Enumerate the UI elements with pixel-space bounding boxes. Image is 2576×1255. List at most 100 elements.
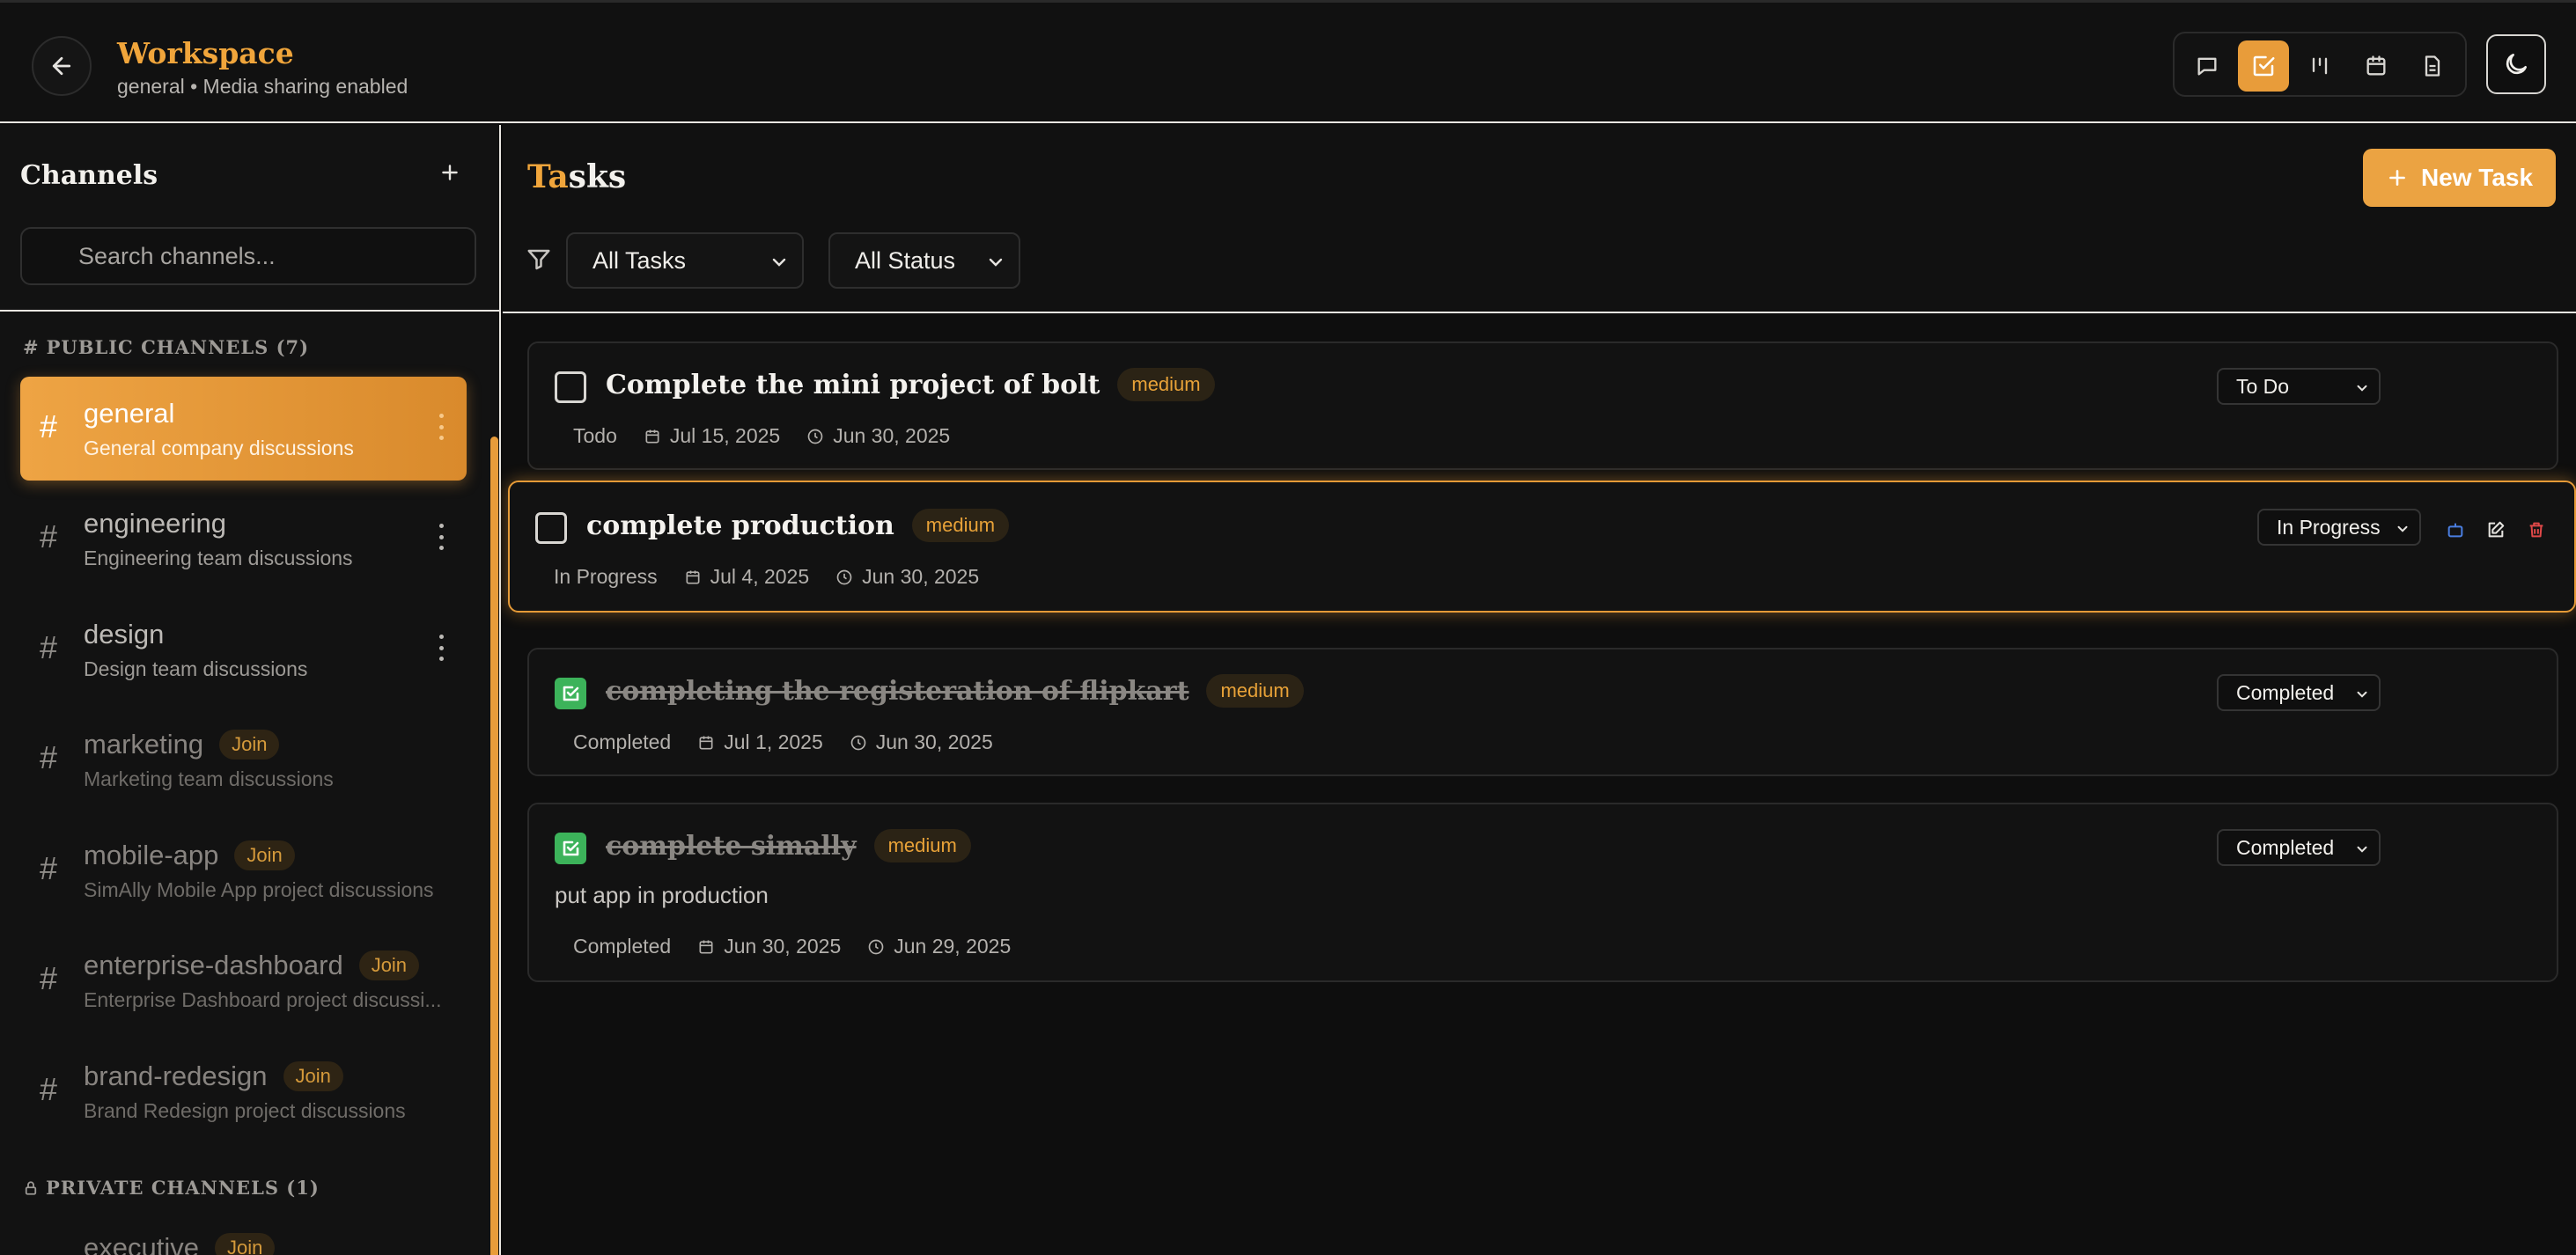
channel-item-mobile-app[interactable]: # mobile-app Join SimAlly Mobile App proj… xyxy=(20,818,467,922)
sidebar-scrollbar[interactable] xyxy=(490,437,498,1255)
hash-icon: # xyxy=(40,850,58,886)
task-due-date: Jun 29, 2025 xyxy=(867,935,1011,958)
channel-name: brand-redesign xyxy=(84,1061,268,1091)
task-card[interactable]: completing the registeration of flipkart… xyxy=(527,648,2558,776)
page-title-rest: sks xyxy=(568,158,627,195)
channel-name: design xyxy=(84,619,165,650)
channel-search-input[interactable]: Search channels... xyxy=(20,227,476,285)
task-checkbox[interactable] xyxy=(535,512,567,544)
task-title-row: Complete the mini project of bolt medium xyxy=(606,368,1215,401)
channels-sidebar: Channels Search channels... # PUBLIC CHA… xyxy=(0,125,501,1255)
channel-description: General company discussions xyxy=(84,437,354,459)
chevron-down-icon xyxy=(2397,525,2408,532)
task-status-select[interactable]: In Progress xyxy=(2257,509,2421,546)
robot-icon xyxy=(2447,523,2463,538)
delete-task-button[interactable] xyxy=(2524,517,2549,542)
kanban-view-button[interactable] xyxy=(2294,40,2345,92)
priority-badge: medium xyxy=(1206,674,1304,708)
task-created-date: Jul 4, 2025 xyxy=(684,565,809,589)
channel-description: Marketing team discussions xyxy=(84,767,334,790)
task-card[interactable]: Complete the mini project of bolt medium… xyxy=(527,341,2558,470)
task-status-select[interactable]: Completed xyxy=(2217,674,2381,711)
status-filter-select[interactable]: All Status xyxy=(828,232,1020,289)
channel-item-executive[interactable]: executive Join xyxy=(20,1225,467,1255)
created-date-text: Jun 30, 2025 xyxy=(724,935,842,958)
sidebar-header: Channels Search channels... xyxy=(0,125,499,312)
hash-icon: # xyxy=(23,336,40,358)
page-title-accent: Ta xyxy=(527,158,569,195)
task-title: Complete the mini project of bolt xyxy=(606,369,1100,400)
task-filter-value: All Tasks xyxy=(592,247,687,274)
channel-item-marketing[interactable]: # marketing Join Marketing team discussio… xyxy=(20,708,467,811)
task-title: complete production xyxy=(586,510,894,541)
hash-icon: # xyxy=(40,960,58,996)
private-channels-label: PRIVATE CHANNELS (1) xyxy=(23,1177,320,1199)
theme-toggle-button[interactable] xyxy=(2486,34,2546,94)
workspace-title: Workspace xyxy=(117,36,294,70)
channel-menu-button[interactable] xyxy=(434,414,448,440)
task-filter-select[interactable]: All Tasks xyxy=(566,232,804,289)
task-status-text: Todo xyxy=(573,424,617,447)
task-meta: Completed Jul 1, 2025 Jun 30, 2025 xyxy=(573,730,993,754)
channel-item-engineering[interactable]: # engineering Engineering team discussio… xyxy=(20,487,467,591)
channel-name-row: executive Join xyxy=(84,1232,276,1255)
channel-menu-button[interactable] xyxy=(434,524,448,550)
chevron-down-icon xyxy=(2357,691,2367,698)
join-button[interactable]: Join xyxy=(219,730,280,760)
document-view-button[interactable] xyxy=(2407,40,2458,92)
channel-item-design[interactable]: # design Design team discussions xyxy=(20,598,467,701)
task-title-row: complete simally medium xyxy=(606,829,971,862)
channel-menu-button[interactable] xyxy=(434,635,448,661)
join-button[interactable]: Join xyxy=(214,1233,276,1255)
due-date-text: Jun 30, 2025 xyxy=(862,565,980,588)
task-status-select[interactable]: Completed xyxy=(2217,829,2381,866)
task-status-value: To Do xyxy=(2236,375,2290,398)
trash-icon xyxy=(2529,522,2543,538)
channel-item-general[interactable]: # general General company discussions xyxy=(20,377,467,481)
ai-assist-button[interactable] xyxy=(2443,517,2468,542)
channel-name: engineering xyxy=(84,508,227,539)
priority-badge: medium xyxy=(911,509,1010,542)
new-task-button[interactable]: New Task xyxy=(2363,149,2556,207)
add-channel-button[interactable] xyxy=(434,157,466,188)
task-due-date: Jun 30, 2025 xyxy=(850,730,993,754)
task-status-value: Completed xyxy=(2236,681,2335,704)
priority-badge: medium xyxy=(873,829,971,862)
plus-icon xyxy=(442,165,458,180)
calendar-icon xyxy=(645,429,659,443)
channel-item-enterprise-dashboard[interactable]: # enterprise-dashboard Join Enterprise Da… xyxy=(20,928,467,1032)
channel-description: Brand Redesign project discussions xyxy=(84,1099,406,1122)
clock-icon xyxy=(807,429,823,444)
channel-item-brand-redesign[interactable]: # brand-redesign Join Brand Redesign proj… xyxy=(20,1039,467,1143)
edit-task-button[interactable] xyxy=(2484,517,2508,542)
join-button[interactable]: Join xyxy=(234,840,295,870)
channel-name-row: enterprise-dashboard Join xyxy=(84,950,420,981)
channel-name: executive xyxy=(84,1232,199,1255)
join-button[interactable]: Join xyxy=(283,1061,343,1091)
workspace-subtitle: general • Media sharing enabled xyxy=(117,75,408,98)
task-checkbox-checked[interactable] xyxy=(555,833,586,864)
join-button[interactable]: Join xyxy=(358,950,420,980)
due-date-text: Jun 30, 2025 xyxy=(833,424,951,447)
back-button[interactable] xyxy=(32,36,92,96)
chevron-down-icon xyxy=(2357,846,2367,853)
channel-name-row: engineering xyxy=(84,508,226,539)
clock-icon xyxy=(836,569,852,584)
calendar-view-button[interactable] xyxy=(2351,40,2402,92)
channel-name: marketing xyxy=(84,729,204,760)
page-title: Tasks xyxy=(527,158,626,195)
task-status-value: Completed xyxy=(2236,836,2335,859)
private-channels-label-text: PRIVATE CHANNELS (1) xyxy=(46,1177,320,1199)
tasks-view-button[interactable] xyxy=(2238,40,2289,92)
channel-name-row: design xyxy=(84,619,164,650)
clock-icon xyxy=(850,735,866,750)
chat-view-button[interactable] xyxy=(2182,40,2233,92)
task-created-date: Jul 1, 2025 xyxy=(697,730,823,754)
task-card[interactable]: complete production medium In Progress J… xyxy=(508,481,2576,613)
task-checkbox[interactable] xyxy=(555,371,586,403)
task-status-select[interactable]: To Do xyxy=(2217,368,2381,405)
due-date-text: Jun 29, 2025 xyxy=(894,935,1012,958)
task-card[interactable]: complete simally medium put app in produ… xyxy=(527,803,2558,982)
task-created-date: Jul 15, 2025 xyxy=(644,424,780,448)
task-checkbox-checked[interactable] xyxy=(555,678,586,709)
